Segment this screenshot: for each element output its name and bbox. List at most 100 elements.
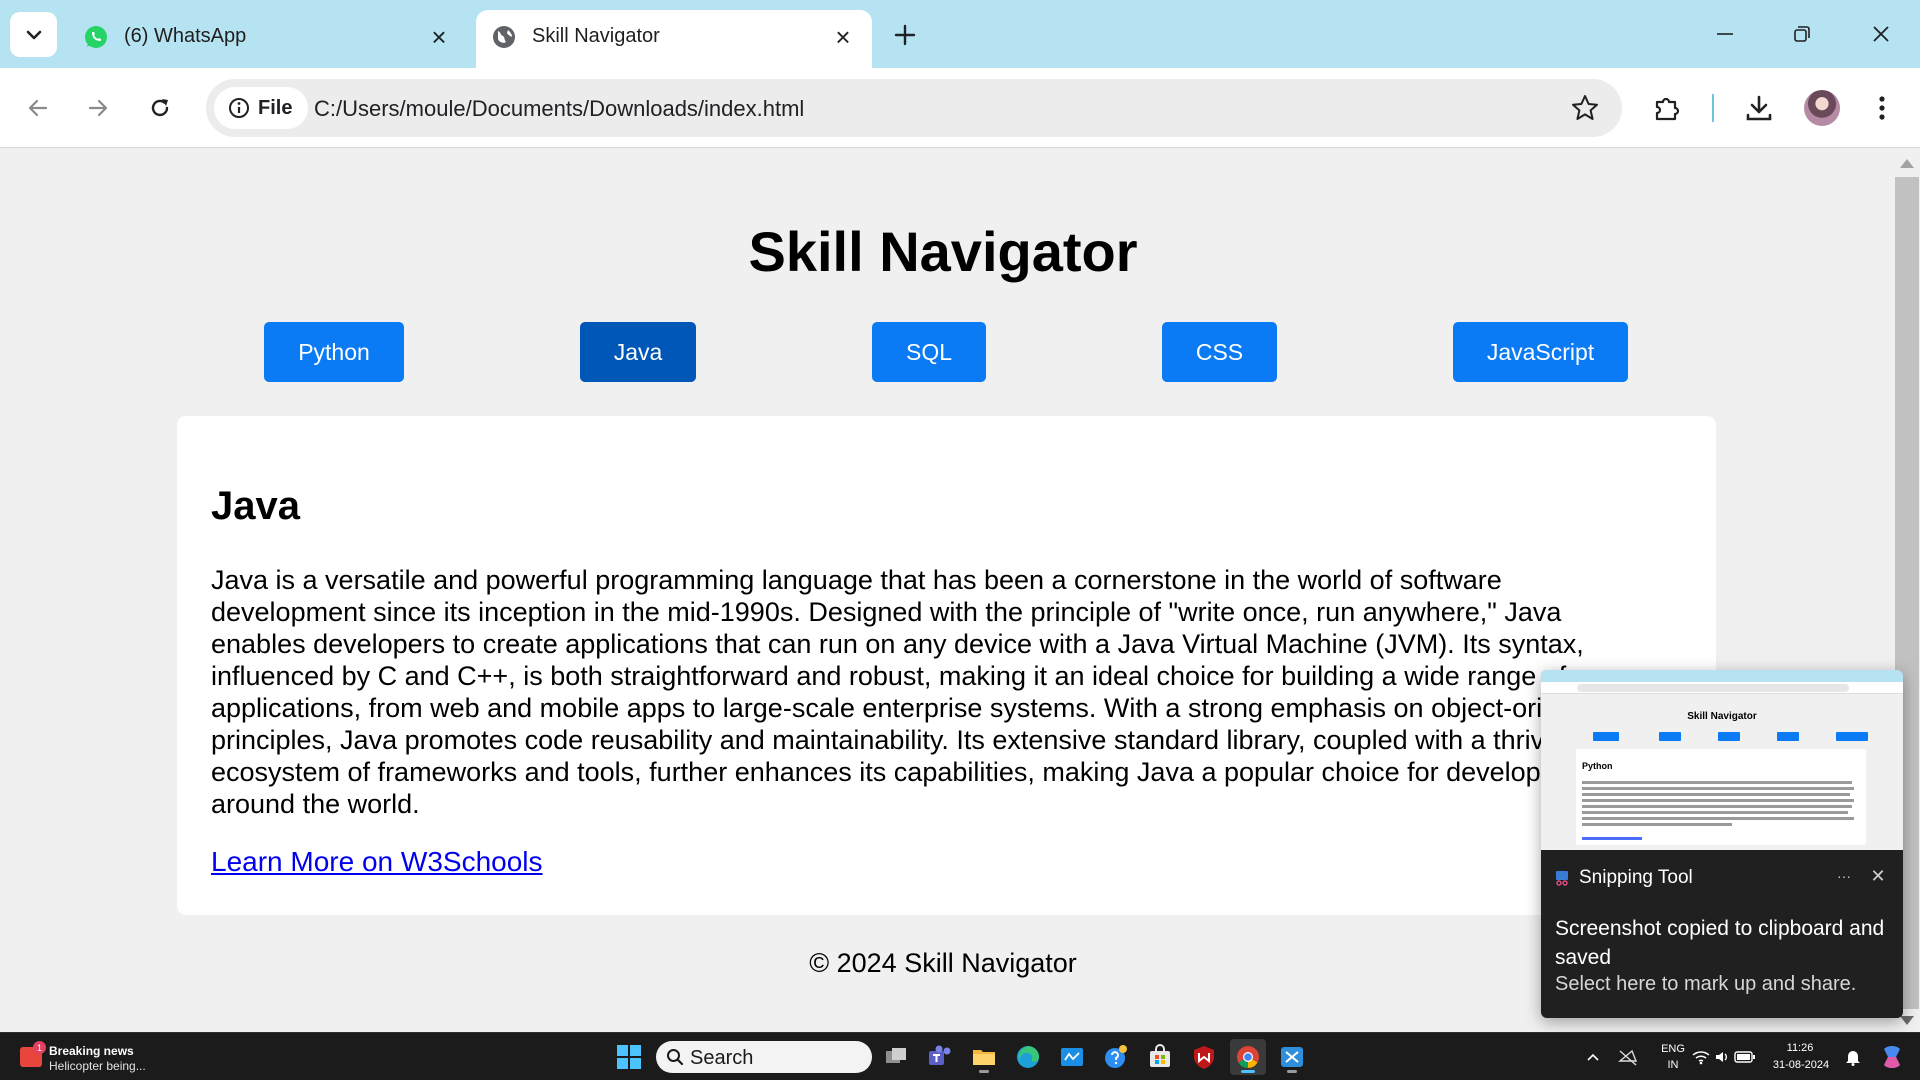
snipping-tool-app[interactable] (1274, 1039, 1310, 1075)
profile-avatar[interactable] (1804, 90, 1840, 126)
address-bar[interactable]: File C:/Users/moule/Documents/Downloads/… (206, 79, 1622, 137)
tab-whatsapp[interactable]: (6) WhatsApp × (68, 10, 468, 68)
toast-app-name: Snipping Tool (1579, 867, 1693, 888)
site-info-chip[interactable]: File (214, 87, 308, 129)
preview-text-line (1582, 823, 1732, 826)
skill-button-python[interactable]: Python (264, 322, 404, 382)
preview-text-line (1582, 817, 1854, 820)
battery-icon[interactable] (1734, 1050, 1756, 1064)
system-tray: ENG IN 11:26 31-08-2024 (1580, 1033, 1920, 1080)
whatsapp-icon (85, 26, 107, 48)
running-indicator (1287, 1070, 1297, 1073)
start-button[interactable] (611, 1039, 647, 1075)
chevron-down-icon (26, 30, 41, 39)
reload-icon (151, 99, 169, 117)
preview-skill-button (1593, 732, 1619, 741)
skill-button-sql[interactable]: SQL (872, 322, 986, 382)
toast-message: Screenshot copied to clipboard and saved (1555, 917, 1885, 969)
preview-text-line (1582, 781, 1852, 784)
store-icon (1150, 1044, 1170, 1067)
skill-button-javascript[interactable]: JavaScript (1453, 322, 1628, 382)
puzzle-icon (1655, 97, 1680, 121)
preview-skill-button (1777, 732, 1799, 741)
skill-button-css[interactable]: CSS (1162, 322, 1277, 382)
reload-button[interactable] (140, 88, 180, 128)
volume-icon[interactable] (1714, 1049, 1730, 1065)
browser-menu-button[interactable] (1862, 88, 1902, 128)
mcafee-myapp[interactable] (1054, 1039, 1090, 1075)
page-title: Skill Navigator (748, 220, 1138, 283)
tab-title: Skill Navigator (532, 25, 660, 47)
language-indicator-bottom[interactable]: IN (1658, 1059, 1688, 1071)
copilot-icon[interactable] (1878, 1043, 1906, 1071)
clock-time[interactable]: 11:26 (1770, 1042, 1830, 1054)
screenshot-preview[interactable]: Skill Navigator Python (1541, 670, 1903, 850)
running-indicator (979, 1070, 989, 1073)
preview-toolbar (1541, 682, 1903, 694)
running-indicator (1241, 1070, 1255, 1073)
chevron-up-icon[interactable] (1586, 1052, 1600, 1062)
news-badge: 1 (33, 1041, 46, 1054)
info-icon (229, 98, 249, 118)
task-view-button[interactable] (878, 1039, 914, 1075)
close-icon (1873, 26, 1889, 42)
scroll-down-arrow-icon[interactable] (1900, 1016, 1914, 1025)
globe-icon (493, 26, 515, 48)
notification-bell-icon[interactable] (1844, 1048, 1862, 1066)
minimize-button[interactable] (1702, 14, 1748, 54)
forward-button[interactable] (78, 88, 118, 128)
chrome-app[interactable] (1230, 1039, 1266, 1075)
bookmark-star-icon[interactable] (1570, 93, 1600, 123)
clock-date[interactable]: 31-08-2024 (1766, 1059, 1836, 1071)
downloads-button[interactable] (1739, 88, 1779, 128)
more-options-icon[interactable]: ··· (1831, 862, 1857, 890)
file-explorer-app[interactable] (966, 1039, 1002, 1075)
preview-text-line (1582, 793, 1850, 796)
learn-more-link[interactable]: Learn More on W3Schools (211, 846, 543, 878)
mcafee-app[interactable] (1186, 1039, 1222, 1075)
close-tab-icon[interactable]: × (426, 22, 452, 52)
store-app[interactable] (1142, 1039, 1178, 1075)
app-tile-icon (1061, 1048, 1083, 1066)
restore-button[interactable] (1779, 14, 1825, 54)
wifi-icon[interactable] (1692, 1049, 1710, 1065)
preview-card-heading: Python (1582, 761, 1613, 771)
restore-icon (1794, 26, 1810, 42)
preview-text-line (1582, 805, 1852, 808)
help-icon (1105, 1045, 1127, 1068)
close-icon[interactable]: ✕ (1865, 862, 1891, 890)
edge-app[interactable] (1010, 1039, 1046, 1075)
tab-skill-navigator[interactable]: Skill Navigator × (476, 10, 872, 68)
preview-skill-button (1718, 732, 1740, 741)
snipping-tool-icon (1556, 871, 1568, 886)
news-widget[interactable]: 1 Breaking news Helicopter being... (16, 1039, 166, 1075)
preview-skill-button (1836, 732, 1868, 741)
preview-text-line (1582, 799, 1854, 802)
taskbar-search[interactable]: Search (656, 1041, 872, 1073)
news-subtitle: Helicopter being... (49, 1059, 146, 1073)
snipping-icon (1281, 1047, 1303, 1067)
skill-button-java[interactable]: Java (580, 322, 696, 382)
url-text[interactable]: C:/Users/moule/Documents/Downloads/index… (314, 96, 804, 122)
teams-app[interactable] (922, 1039, 958, 1075)
snipping-tool-notification[interactable]: Skill Navigator Python Snipping Tool ···… (1541, 670, 1903, 1018)
scroll-up-arrow-icon[interactable] (1900, 159, 1914, 168)
tab-search-button[interactable] (10, 12, 57, 57)
extensions-button[interactable] (1647, 88, 1687, 128)
back-button[interactable] (18, 88, 58, 128)
close-window-button[interactable] (1858, 14, 1904, 54)
close-tab-icon[interactable]: × (830, 22, 856, 52)
arrow-right-icon (88, 99, 108, 117)
download-icon (1746, 95, 1772, 121)
browser-toolbar: File C:/Users/moule/Documents/Downloads/… (0, 68, 1920, 148)
plus-icon (894, 24, 916, 46)
arrow-left-icon (28, 99, 48, 117)
language-indicator-top[interactable]: ENG (1658, 1043, 1688, 1055)
new-tab-button[interactable] (888, 18, 922, 52)
search-placeholder: Search (690, 1047, 754, 1069)
card-body-text: Java is a versatile and powerful program… (211, 565, 1610, 819)
windows-icon (617, 1045, 641, 1069)
help-app[interactable] (1098, 1039, 1134, 1075)
network-off-icon[interactable] (1618, 1047, 1638, 1067)
preview-page-title: Skill Navigator (1687, 711, 1757, 722)
